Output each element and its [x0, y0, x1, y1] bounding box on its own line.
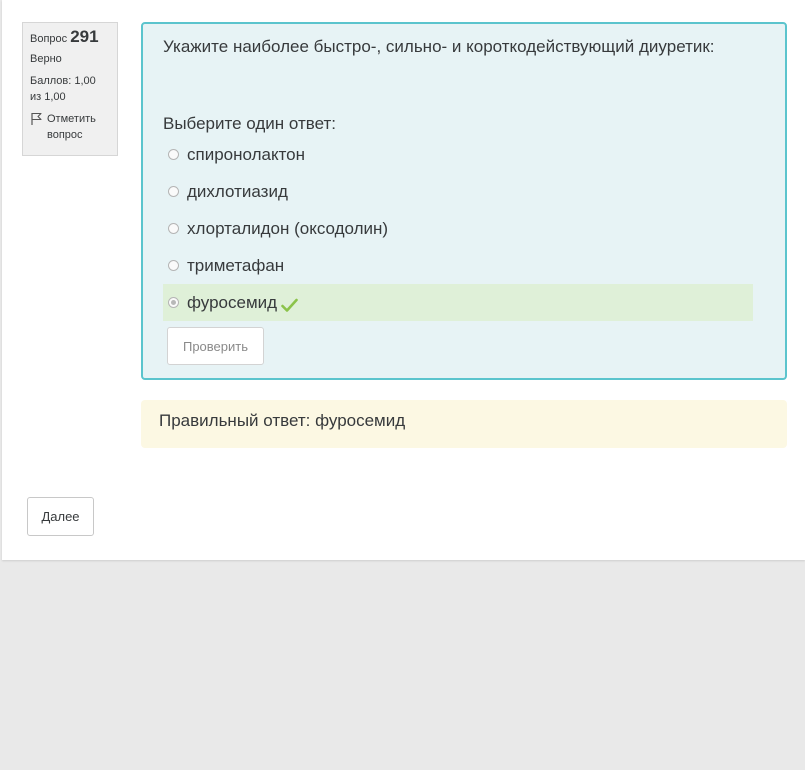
answer-label: триметафан — [187, 255, 285, 275]
radio-button[interactable] — [168, 149, 179, 160]
answer-label: дихлотиазид — [187, 181, 288, 201]
next-button[interactable]: Далее — [27, 497, 94, 536]
question-state: Верно — [30, 53, 62, 65]
question-formulation: Укажите наиболее быстро-, сильно- и коро… — [141, 22, 787, 380]
answer-option[interactable]: триметафан — [163, 247, 753, 284]
flag-question-label[interactable]: Отметить вопрос — [47, 111, 110, 143]
answer-label: фуросемид — [187, 292, 278, 312]
answer-option[interactable]: спиронолактон — [163, 136, 753, 173]
answer-list: спиронолактон дихлотиазид хлорталидон (о… — [163, 136, 753, 321]
answer-label: хлорталидон (оксодолин) — [187, 218, 389, 238]
radio-button-selected[interactable] — [168, 297, 179, 308]
check-button[interactable]: Проверить — [167, 327, 264, 365]
question-grade: Баллов: 1,00 из 1,00 — [30, 75, 96, 103]
answer-option-correct[interactable]: фуросемид — [163, 284, 753, 321]
radio-button[interactable] — [168, 186, 179, 197]
right-answer-feedback: Правильный ответ: фуросемид — [141, 400, 787, 448]
question-info: Вопрос 291 Верно Баллов: 1,00 из 1,00 От… — [22, 22, 118, 156]
radio-button[interactable] — [168, 223, 179, 234]
question-label: Вопрос — [30, 33, 68, 45]
question-text: Укажите наиболее быстро-, сильно- и коро… — [163, 37, 715, 56]
check-mark-icon — [281, 298, 298, 312]
answer-option[interactable]: дихлотиазид — [163, 173, 753, 210]
answer-option[interactable]: хлорталидон (оксодолин) — [163, 210, 753, 247]
answer-prompt: Выберите один ответ: — [163, 114, 336, 133]
radio-button[interactable] — [168, 260, 179, 271]
answer-label: спиронолактон — [187, 144, 306, 164]
question-number-line: Вопрос 291 — [30, 27, 110, 47]
flag-question-link[interactable]: Отметить вопрос — [30, 111, 110, 143]
flag-icon — [31, 112, 42, 125]
question-number: 291 — [70, 27, 99, 46]
question-page: Вопрос 291 Верно Баллов: 1,00 из 1,00 От… — [2, 0, 805, 560]
